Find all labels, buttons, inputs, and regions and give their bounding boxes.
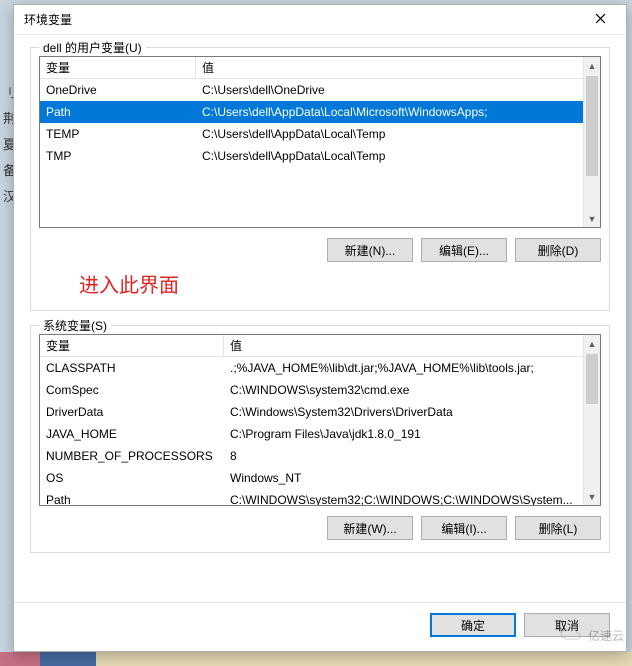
table-row[interactable]: ComSpecC:\WINDOWS\system32\cmd.exe xyxy=(40,379,583,401)
var-value-cell: 8 xyxy=(224,449,583,463)
table-row[interactable]: CLASSPATH.;%JAVA_HOME%\lib\dt.jar;%JAVA_… xyxy=(40,357,583,379)
dialog-footer: 确定 取消 xyxy=(14,602,626,651)
user-vars-list[interactable]: 变量 值 OneDriveC:\Users\dell\OneDrivePathC… xyxy=(39,56,601,228)
close-icon xyxy=(595,12,606,27)
user-vars-group: dell 的用户变量(U) 变量 值 OneDriveC:\Users\dell… xyxy=(30,47,610,311)
annotation-text: 进入此界面 xyxy=(79,269,179,298)
col-header-name[interactable]: 变量 xyxy=(40,57,196,78)
scroll-down-icon[interactable]: ▼ xyxy=(584,488,600,505)
table-row[interactable]: NUMBER_OF_PROCESSORS8 xyxy=(40,445,583,467)
var-value-cell: .;%JAVA_HOME%\lib\dt.jar;%JAVA_HOME%\lib… xyxy=(224,361,583,375)
var-value-cell: C:\Windows\System32\Drivers\DriverData xyxy=(224,405,583,419)
titlebar[interactable]: 环境变量 xyxy=(14,5,626,35)
table-row[interactable]: OSWindows_NT xyxy=(40,467,583,489)
system-vars-header-row[interactable]: 变量 值 xyxy=(40,335,600,357)
var-name-cell: ComSpec xyxy=(40,383,224,397)
system-vars-legend: 系统变量(S) xyxy=(39,317,111,334)
watermark: 亿速云 xyxy=(558,625,624,646)
scroll-up-icon[interactable]: ▲ xyxy=(584,335,600,352)
var-value-cell: Windows_NT xyxy=(224,471,583,485)
close-button[interactable] xyxy=(578,6,622,34)
var-name-cell: NUMBER_OF_PROCESSORS xyxy=(40,449,224,463)
var-name-cell: Path xyxy=(40,493,224,505)
user-edit-button[interactable]: 编辑(E)... xyxy=(421,238,507,262)
col-header-value[interactable]: 值 xyxy=(224,335,600,356)
table-row[interactable]: JAVA_HOMEC:\Program Files\Java\jdk1.8.0_… xyxy=(40,423,583,445)
user-vars-legend: dell 的用户变量(U) xyxy=(39,39,146,56)
scrollbar[interactable]: ▲ ▼ xyxy=(583,335,600,505)
system-delete-button[interactable]: 删除(L) xyxy=(515,516,601,540)
system-vars-list[interactable]: 变量 值 CLASSPATH.;%JAVA_HOME%\lib\dt.jar;%… xyxy=(39,334,601,506)
scroll-up-icon[interactable]: ▲ xyxy=(584,57,600,74)
var-value-cell: C:\Users\dell\AppData\Local\Temp xyxy=(196,149,583,163)
table-row[interactable]: DriverDataC:\Windows\System32\Drivers\Dr… xyxy=(40,401,583,423)
table-row[interactable]: TEMPC:\Users\dell\AppData\Local\Temp xyxy=(40,123,583,145)
table-row[interactable]: TMPC:\Users\dell\AppData\Local\Temp xyxy=(40,145,583,167)
table-row[interactable]: OneDriveC:\Users\dell\OneDrive xyxy=(40,79,583,101)
var-name-cell: TMP xyxy=(40,149,196,163)
var-name-cell: DriverData xyxy=(40,405,224,419)
system-new-button[interactable]: 新建(W)... xyxy=(327,516,413,540)
var-value-cell: C:\WINDOWS\system32\cmd.exe xyxy=(224,383,583,397)
var-name-cell: Path xyxy=(40,105,196,119)
var-name-cell: CLASSPATH xyxy=(40,361,224,375)
table-row[interactable]: PathC:\Users\dell\AppData\Local\Microsof… xyxy=(40,101,583,123)
watermark-text: 亿速云 xyxy=(588,627,624,644)
table-row[interactable]: PathC:\WINDOWS\system32;C:\WINDOWS;C:\WI… xyxy=(40,489,583,505)
scrollbar[interactable]: ▲ ▼ xyxy=(583,57,600,227)
var-value-cell: C:\Users\dell\AppData\Local\Temp xyxy=(196,127,583,141)
var-name-cell: TEMP xyxy=(40,127,196,141)
var-value-cell: C:\Users\dell\AppData\Local\Microsoft\Wi… xyxy=(196,105,583,119)
system-vars-group: 系统变量(S) 变量 值 CLASSPATH.;%JAVA_HOME%\lib\… xyxy=(30,325,610,553)
col-header-value[interactable]: 值 xyxy=(196,57,600,78)
env-vars-dialog: 环境变量 dell 的用户变量(U) 变量 值 OneDriveC:\Users… xyxy=(13,4,627,652)
system-edit-button[interactable]: 编辑(I)... xyxy=(421,516,507,540)
var-value-cell: C:\Program Files\Java\jdk1.8.0_191 xyxy=(224,427,583,441)
scroll-thumb[interactable] xyxy=(586,354,598,404)
var-name-cell: JAVA_HOME xyxy=(40,427,224,441)
col-header-name[interactable]: 变量 xyxy=(40,335,224,356)
user-new-button[interactable]: 新建(N)... xyxy=(327,238,413,262)
var-name-cell: OneDrive xyxy=(40,83,196,97)
var-name-cell: OS xyxy=(40,471,224,485)
scroll-down-icon[interactable]: ▼ xyxy=(584,210,600,227)
var-value-cell: C:\WINDOWS\system32;C:\WINDOWS;C:\WINDOW… xyxy=(224,493,583,505)
user-vars-header-row[interactable]: 变量 值 xyxy=(40,57,600,79)
window-title: 环境变量 xyxy=(24,11,578,28)
cloud-icon xyxy=(558,625,584,646)
var-value-cell: C:\Users\dell\OneDrive xyxy=(196,83,583,97)
scroll-thumb[interactable] xyxy=(586,76,598,176)
user-delete-button[interactable]: 删除(D) xyxy=(515,238,601,262)
ok-button[interactable]: 确定 xyxy=(430,613,516,637)
